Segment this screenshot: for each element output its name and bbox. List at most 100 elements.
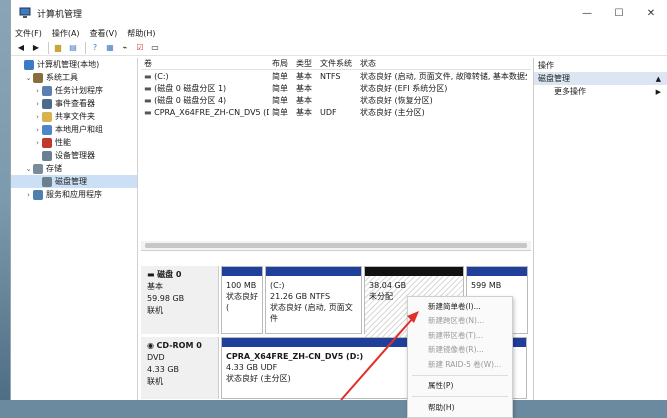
toolbar-separator: [85, 41, 86, 54]
horizontal-scrollbar[interactable]: [141, 241, 531, 250]
disk-management-icon: [42, 176, 52, 187]
table-cell-wrap: 简单: [269, 83, 293, 94]
connect-icon[interactable]: ⌁: [119, 42, 131, 54]
context-menu-item: 新建 RAID-5 卷(W)...: [428, 359, 502, 369]
cdrom-0-label[interactable]: ◉ CD-ROM 0 DVD 4.33 GB 联机: [141, 337, 219, 399]
chevron-icon[interactable]: ›: [24, 191, 33, 199]
menu-action[interactable]: 操作(A): [52, 28, 80, 39]
chevron-icon[interactable]: ›: [33, 113, 42, 121]
context-menu-item[interactable]: 属性(P): [408, 379, 512, 394]
tree-item[interactable]: › 本地用户和组: [11, 123, 137, 136]
view-icon[interactable]: ▭: [149, 42, 161, 54]
close-button[interactable]: ✕: [635, 0, 667, 26]
collapse-up-icon[interactable]: ▲: [656, 75, 661, 83]
partition-c[interactable]: (C:) 21.26 GB NTFS 状态良好 (启动, 页面文件: [265, 266, 362, 334]
chevron-icon[interactable]: ›: [33, 100, 42, 108]
disk-0-label[interactable]: ▬ 磁盘 0 基本 59.98 GB 联机: [141, 266, 219, 334]
tree-item[interactable]: 磁盘管理: [11, 175, 137, 188]
clock-icon: [42, 85, 52, 96]
menu-help[interactable]: 帮助(H): [127, 28, 155, 39]
table-cell: 状态良好 (恢复分区): [360, 95, 433, 105]
table-cell-wrap: ▬ (磁盘 0 磁盘分区 4): [141, 95, 269, 106]
volume-list: 卷 布局 类型 文件系统 状态 ▬ (C:) 简单 基本 NTFS 状态良好 (启动, …: [141, 58, 531, 251]
menu-view[interactable]: 查看(V): [90, 28, 118, 39]
table-cell-wrap: 简单: [269, 95, 293, 106]
computer-management-window: 计算机管理 — ☐ ✕ 文件(F) 操作(A) 查看(V) 帮助(H) ◀ ▶ …: [10, 0, 667, 418]
event-viewer-icon: [42, 98, 52, 109]
chevron-icon[interactable]: ⌄: [24, 74, 33, 82]
tree-item-label: 服务和应用程序: [46, 190, 102, 199]
computer-icon: [24, 59, 34, 70]
up-folder-icon[interactable]: ▆: [52, 42, 64, 54]
column-type[interactable]: 类型: [293, 58, 317, 69]
partition-bar: [467, 267, 527, 276]
folder-icon: [42, 111, 52, 122]
forward-icon[interactable]: ▶: [30, 42, 42, 54]
partition-size: 599 MB: [471, 281, 502, 290]
chevron-icon[interactable]: ⌄: [24, 165, 33, 173]
partition-size: 21.26 GB NTFS: [270, 292, 331, 301]
scrollbar-thumb[interactable]: [145, 243, 527, 248]
table-row[interactable]: ▬ (磁盘 0 磁盘分区 4) 简单 基本 状态良好 (恢复分区): [141, 94, 531, 106]
context-menu-item[interactable]: 帮助(H): [408, 400, 512, 415]
toolbar: ◀ ▶ ▆ ▤ ? ▦ ⌁ ☑ ▭: [11, 40, 667, 56]
chevron-icon[interactable]: ›: [33, 139, 42, 147]
partition-efi[interactable]: 100 MB 状态良好 (: [221, 266, 263, 334]
menu-separator: [412, 396, 508, 397]
tree-item-label: 设备管理器: [55, 151, 95, 160]
context-menu-item: 新建跨区卷(N)...: [428, 316, 485, 326]
table-cell: 简单: [272, 107, 288, 117]
menu-file[interactable]: 文件(F): [15, 28, 42, 39]
tree-item-label: 事件查看器: [55, 99, 95, 108]
table-cell: 简单: [272, 83, 288, 93]
column-volume[interactable]: 卷: [141, 58, 269, 69]
tree-item[interactable]: › 共享文件夹: [11, 110, 137, 123]
checklist-icon[interactable]: ☑: [134, 42, 146, 54]
minimize-button[interactable]: —: [571, 0, 603, 26]
table-cell-wrap: 简单: [269, 71, 293, 82]
maximize-button[interactable]: ☐: [603, 0, 635, 26]
partition-status: 状态良好 (启动, 页面文件: [270, 303, 353, 323]
help-icon[interactable]: ?: [89, 42, 101, 54]
tree-item[interactable]: › 性能: [11, 136, 137, 149]
column-status[interactable]: 状态: [357, 58, 527, 69]
volume-icon: ▬: [144, 107, 152, 117]
partition-bar: [365, 267, 463, 276]
table-cell-wrap: ▬ (C:): [141, 72, 269, 81]
table-row[interactable]: ▬ CPRA_X64FRE_ZH-CN_DV5 (D:) 简单 基本 UDF 状态良好 …: [141, 106, 531, 118]
title-bar: 计算机管理 — ☐ ✕: [11, 0, 667, 26]
performance-icon: [42, 137, 52, 148]
more-actions[interactable]: 更多操作 ▶: [534, 85, 667, 98]
storage-icon: [33, 163, 43, 174]
tree-item[interactable]: › 服务和应用程序: [11, 188, 137, 201]
show-tree-icon[interactable]: ▤: [67, 42, 79, 54]
context-menu-item[interactable]: 新建简单卷(I)...: [408, 299, 512, 314]
tree-item[interactable]: 计算机管理(本地): [11, 58, 137, 71]
properties-icon[interactable]: ▦: [104, 42, 116, 54]
tree-item[interactable]: › 任务计划程序: [11, 84, 137, 97]
main-area: 计算机管理(本地) ⌄ 系统工具 › 任务计划程序 › 事件查看器 › 共享文件夹 › 本地用户和组…: [11, 58, 667, 400]
cdrom-0-name: CD-ROM 0: [156, 341, 202, 350]
table-row[interactable]: ▬ (C:) 简单 基本 NTFS 状态良好 (启动, 页面文件, 故障转储, 基本数据…: [141, 70, 531, 82]
actions-pane: 操作 磁盘管理 ▲ 更多操作 ▶: [533, 58, 667, 400]
table-row[interactable]: ▬ (磁盘 0 磁盘分区 1) 简单 基本 状态良好 (EFI 系统分区): [141, 82, 531, 94]
table-cell: 简单: [272, 71, 288, 81]
table-cell-wrap: 基本: [293, 107, 317, 118]
tree-item[interactable]: ⌄ 存储: [11, 162, 137, 175]
tree-item[interactable]: ⌄ 系统工具: [11, 71, 137, 84]
chevron-icon[interactable]: ›: [33, 126, 42, 134]
navigation-tree: 计算机管理(本地) ⌄ 系统工具 › 任务计划程序 › 事件查看器 › 共享文件夹 › 本地用户和组…: [11, 58, 138, 400]
back-icon[interactable]: ◀: [15, 42, 27, 54]
table-cell-wrap: UDF: [317, 108, 357, 117]
table-cell: 基本: [296, 83, 312, 93]
tree-item[interactable]: › 事件查看器: [11, 97, 137, 110]
table-cell: 简单: [272, 95, 288, 105]
column-layout[interactable]: 布局: [269, 58, 293, 69]
tree-item[interactable]: 设备管理器: [11, 149, 137, 162]
actions-section-disk-management[interactable]: 磁盘管理 ▲: [534, 72, 667, 85]
tree-item-label: 本地用户和组: [55, 125, 103, 134]
column-filesystem[interactable]: 文件系统: [317, 58, 357, 69]
context-menu: 新建简单卷(I)... 新建跨区卷(N)... 新建带区卷(T)... 新建镜像卷(R…: [407, 296, 513, 418]
disk-0-size: 59.98 GB: [147, 294, 185, 303]
chevron-icon[interactable]: ›: [33, 87, 42, 95]
